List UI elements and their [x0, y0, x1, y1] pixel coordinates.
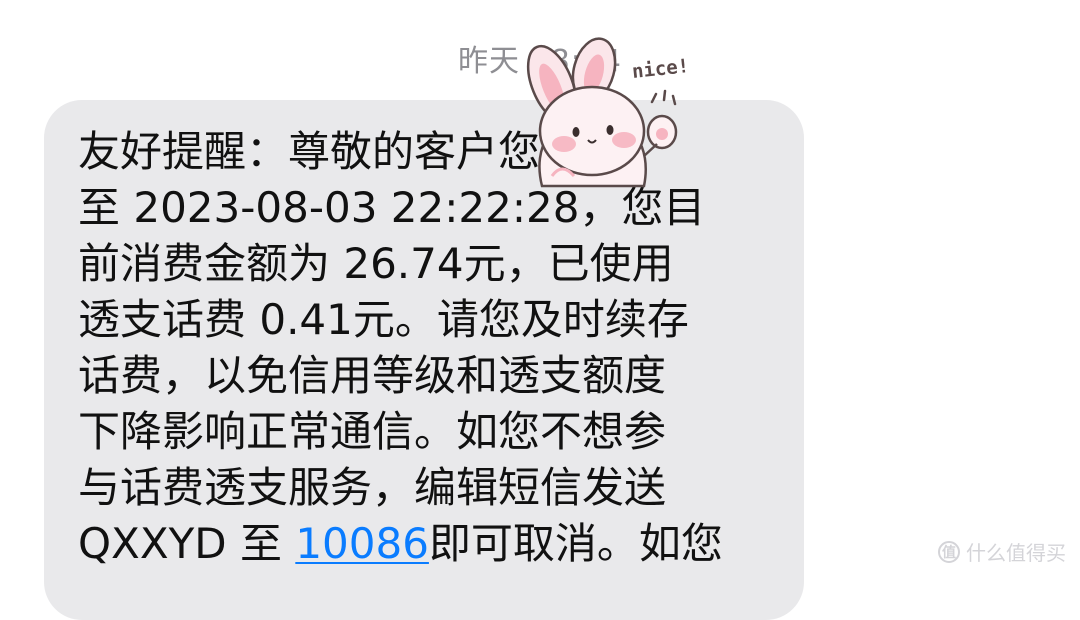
message-line-prefix: QXXYD 至	[78, 519, 296, 568]
message-line: 透支话费 0.41元。请您及时续存	[78, 295, 689, 344]
watermark-text: 什么值得买	[966, 541, 1066, 565]
message-line: 下降影响正常通信。如您不想参	[78, 407, 667, 456]
watermark: 值 什么值得买	[938, 537, 1066, 566]
message-line: QXXYD 至 10086即可取消。如您	[78, 516, 774, 572]
phone-number-link[interactable]: 10086	[295, 519, 429, 568]
watermark-icon: 值	[938, 540, 960, 563]
message-line: 与话费透支服务，编辑短信发送	[78, 463, 667, 512]
message-line: 话费，以免信用等级和透支额度	[78, 351, 667, 400]
message-line-suffix: 即可取消。如您	[428, 519, 723, 568]
message-line: 前消费金额为 26.74元，已使用	[78, 239, 674, 288]
